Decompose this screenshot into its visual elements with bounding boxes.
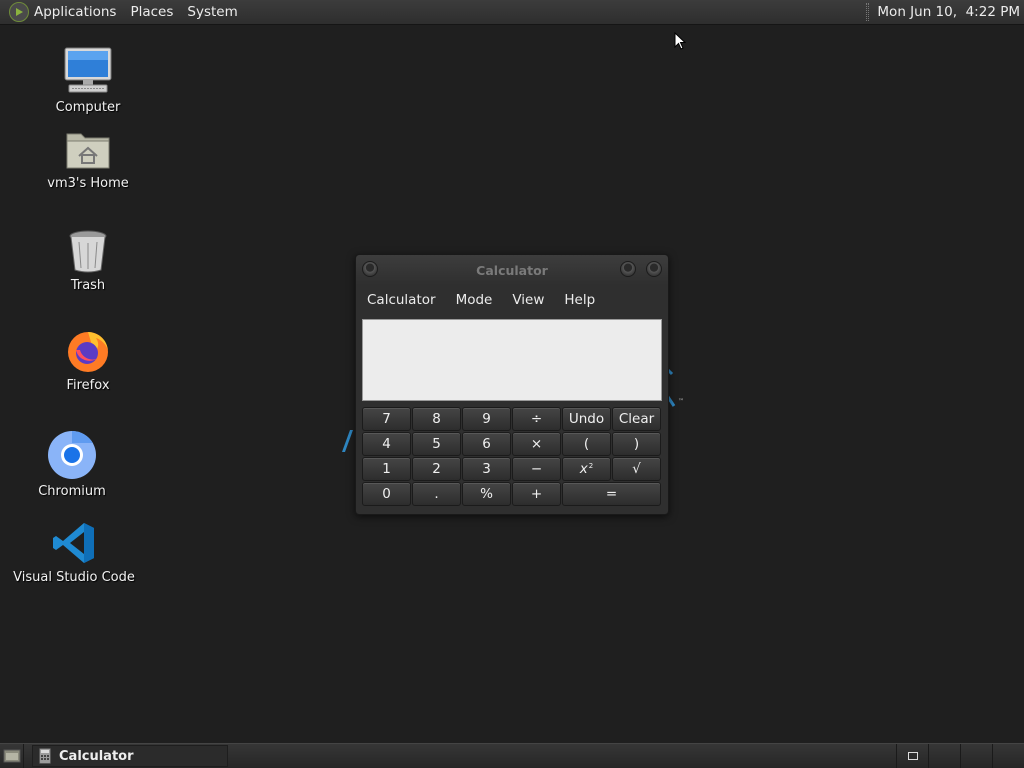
desktop-icon-label: vm3's Home — [47, 176, 129, 191]
calculator-app-icon — [39, 748, 51, 764]
window-titlebar[interactable]: Calculator — [356, 255, 668, 285]
key-close-paren[interactable]: ) — [612, 432, 661, 456]
key-square[interactable]: x2 — [562, 457, 611, 481]
menu-calculator[interactable]: Calculator — [360, 292, 449, 308]
key-0[interactable]: 0 — [362, 482, 411, 506]
firefox-icon — [68, 332, 108, 372]
key-2[interactable]: 2 — [412, 457, 461, 481]
key-undo[interactable]: Undo — [562, 407, 611, 431]
key-3[interactable]: 3 — [462, 457, 511, 481]
top-panel: Applications Places System Mon Jun 10, 4… — [0, 0, 1024, 25]
minimize-button[interactable] — [620, 261, 636, 277]
clock[interactable]: Mon Jun 10, 4:22 PM — [877, 4, 1024, 20]
workspace-3[interactable] — [960, 744, 992, 768]
desktop-icon-label: Chromium — [38, 484, 106, 499]
workspace-window-preview — [907, 752, 918, 760]
key-4[interactable]: 4 — [362, 432, 411, 456]
taskbar-button-label: Calculator — [59, 748, 134, 764]
desktop-icon-label: Computer — [55, 100, 121, 115]
mouse-cursor-icon — [674, 32, 686, 50]
panel-separator — [866, 3, 870, 21]
desktop-icon-label: Visual Studio Code — [13, 570, 135, 585]
home-folder-icon — [66, 133, 110, 169]
workspace-4[interactable] — [992, 744, 1024, 768]
desktop-icon-home[interactable]: vm3's Home — [47, 128, 129, 191]
calculator-window: Calculator Calculator Mode View Help 7 8… — [355, 254, 669, 515]
key-5[interactable]: 5 — [412, 432, 461, 456]
key-decimal[interactable]: . — [412, 482, 461, 506]
key-square-root[interactable]: √ — [612, 457, 661, 481]
desktop-icon-trash[interactable]: Trash — [58, 228, 118, 293]
key-divide[interactable]: ÷ — [512, 407, 561, 431]
computer-icon — [64, 47, 112, 93]
key-7[interactable]: 7 — [362, 407, 411, 431]
menu-places[interactable]: Places — [123, 4, 180, 20]
applications-logo-icon[interactable] — [9, 2, 29, 22]
menu-help[interactable]: Help — [557, 292, 608, 308]
key-clear[interactable]: Clear — [612, 407, 661, 431]
wallpaper-trademark: ™ — [678, 398, 684, 405]
menu-applications[interactable]: Applications — [34, 4, 123, 20]
key-multiply[interactable]: × — [512, 432, 561, 456]
desktop-icon-label: Trash — [70, 278, 106, 293]
window-title: Calculator — [476, 262, 548, 278]
show-desktop-button[interactable] — [0, 744, 24, 768]
calculator-keypad: 7 8 9 ÷ Undo Clear 4 5 6 × ( ) 1 2 3 − x… — [362, 407, 662, 506]
workspace-switcher — [896, 744, 1024, 768]
trash-icon — [69, 230, 107, 273]
bottom-panel: Calculator — [0, 743, 1024, 768]
key-8[interactable]: 8 — [412, 407, 461, 431]
calculator-display[interactable] — [362, 319, 662, 401]
key-equals[interactable]: = — [562, 482, 661, 506]
desktop-icon-computer[interactable]: Computer — [55, 46, 121, 115]
key-6[interactable]: 6 — [462, 432, 511, 456]
key-add[interactable]: + — [512, 482, 561, 506]
key-9[interactable]: 9 — [462, 407, 511, 431]
workspace-2[interactable] — [928, 744, 960, 768]
desktop-icon-label: Firefox — [66, 378, 110, 393]
window-menu-button[interactable] — [362, 261, 378, 277]
menu-system[interactable]: System — [180, 4, 244, 20]
vscode-icon — [53, 523, 94, 563]
desktop-icon-chromium[interactable]: Chromium — [37, 430, 107, 499]
desktop-icon-vscode[interactable]: Visual Studio Code — [13, 520, 135, 585]
calculator-menubar: Calculator Mode View Help — [356, 285, 668, 315]
menu-view[interactable]: View — [505, 292, 557, 308]
key-percent[interactable]: % — [462, 482, 511, 506]
desktop-icon-firefox[interactable]: Firefox — [58, 326, 118, 393]
taskbar-button-calculator[interactable]: Calculator — [32, 745, 228, 767]
workspace-1[interactable] — [896, 744, 928, 768]
close-button[interactable] — [646, 261, 662, 277]
menu-mode[interactable]: Mode — [449, 292, 506, 308]
key-subtract[interactable]: − — [512, 457, 561, 481]
key-open-paren[interactable]: ( — [562, 432, 611, 456]
top-panel-right: Mon Jun 10, 4:22 PM — [866, 0, 1024, 24]
chromium-icon — [48, 431, 96, 479]
show-desktop-icon — [3, 749, 20, 763]
key-1[interactable]: 1 — [362, 457, 411, 481]
